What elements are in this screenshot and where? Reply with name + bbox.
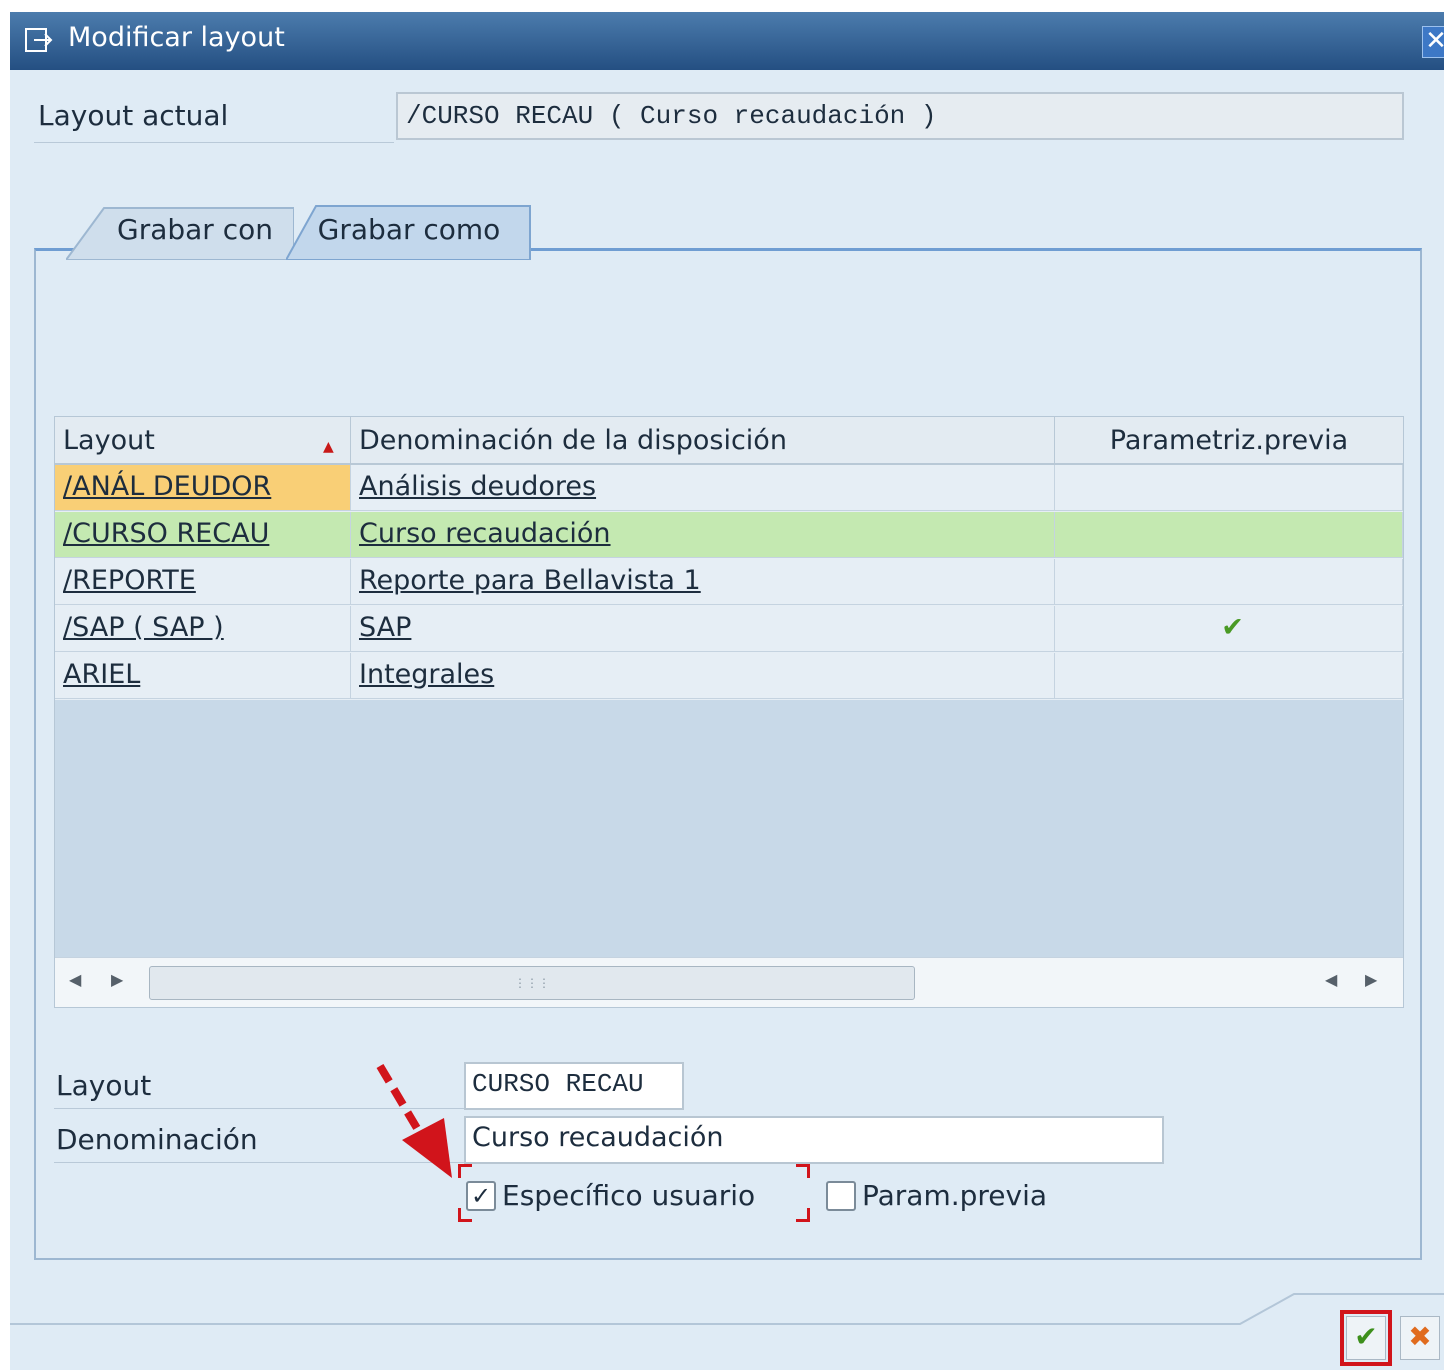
column-header-layout-label: Layout [63,425,155,456]
column-header-layout[interactable]: Layout ▲ [55,417,351,463]
default-setting-cell [1055,512,1403,558]
confirm-button[interactable]: ✔ [1340,1310,1392,1366]
scroll-right-end-icon[interactable]: ▶ [1365,970,1377,989]
current-layout-label: Layout actual [38,99,229,132]
description-link[interactable]: Integrales [359,659,494,690]
description-link[interactable]: Reporte para Bellavista 1 [359,565,701,596]
close-icon[interactable]: ✕ [1422,26,1444,58]
default-setting-label: Param.previa [862,1179,1048,1212]
modify-layout-dialog: Modificar layout ✕ Layout actual /CURSO … [10,12,1444,1370]
horizontal-scrollbar[interactable]: ◀ ▶ ⋮⋮⋮ ◀ ▶ [55,957,1403,1007]
description-input[interactable]: Curso recaudación [464,1116,1164,1164]
table-header: Layout ▲ Denominación de la disposición … [55,417,1403,465]
table-row[interactable]: /CURSO RECAU Curso recaudación [55,512,1403,559]
default-setting-cell [1055,465,1403,511]
layout-cell[interactable]: /REPORTE [55,559,351,605]
title-bar: Modificar layout ✕ [10,12,1444,70]
sort-ascending-icon: ▲ [323,439,334,455]
layout-name-label: Layout [56,1069,152,1102]
footer [10,1288,1444,1370]
highlight-corner [458,1164,472,1178]
window-icon [24,26,54,54]
description-cell[interactable]: Reporte para Bellavista 1 [351,559,1055,605]
layout-link[interactable]: /CURSO RECAU [63,518,269,549]
layout-cell[interactable]: /SAP ( SAP ) [55,606,351,652]
current-layout-field: /CURSO RECAU ( Curso recaudación ) [396,92,1404,140]
scrollbar-thumb[interactable]: ⋮⋮⋮ [149,966,915,1000]
layout-cell[interactable]: ARIEL [55,653,351,699]
divider [34,142,394,143]
layout-link[interactable]: /ANÁL DEUDOR [63,471,271,502]
layout-table: Layout ▲ Denominación de la disposición … [54,416,1404,1008]
description-link[interactable]: Análisis deudores [359,471,596,502]
table-row[interactable]: /SAP ( SAP ) SAP ✔ [55,606,1403,653]
default-setting-checkbox-box[interactable] [826,1181,856,1211]
column-header-description[interactable]: Denominación de la disposición [351,417,1055,463]
description-link[interactable]: SAP [359,612,411,643]
description-cell[interactable]: Integrales [351,653,1055,699]
column-header-default-setting[interactable]: Parametriz.previa [1055,417,1403,463]
cancel-button[interactable]: ✖ [1400,1316,1440,1360]
layout-name-input[interactable]: CURSO RECAU [464,1062,684,1110]
scroll-left-end-icon[interactable]: ◀ [1325,970,1337,989]
default-check-icon: ✔ [1055,606,1403,652]
layout-link[interactable]: /REPORTE [63,565,196,596]
highlight-corner [796,1164,810,1178]
description-cell[interactable]: SAP [351,606,1055,652]
layout-cell[interactable]: /CURSO RECAU [55,512,351,558]
tab-grabar-como[interactable]: Grabar como [286,204,532,260]
table-row[interactable]: /REPORTE Reporte para Bellavista 1 [55,559,1403,606]
user-specific-checkbox[interactable]: ✓ Específico usuario [466,1178,755,1214]
table-row[interactable]: ARIEL Integrales [55,653,1403,700]
tab-grabar-como-label: Grabar como [317,213,501,246]
description-cell[interactable]: Curso recaudación [351,512,1055,558]
description-link[interactable]: Curso recaudación [359,518,611,549]
layout-link[interactable]: /SAP ( SAP ) [63,612,224,643]
scroll-left-icon[interactable]: ◀ [69,970,81,989]
user-specific-label: Específico usuario [502,1179,756,1212]
tab-grabar-con-label: Grabar con [117,213,273,246]
tab-grabar-con[interactable]: Grabar con [66,204,294,260]
default-setting-cell [1055,559,1403,605]
description-label: Denominación [56,1123,258,1156]
scroll-right-icon[interactable]: ▶ [111,970,123,989]
description-cell[interactable]: Análisis deudores [351,465,1055,511]
window-title: Modificar layout [68,22,285,53]
annotation-arrow-icon [376,1063,452,1178]
highlight-corner [796,1208,810,1222]
default-setting-cell [1055,653,1403,699]
layout-link[interactable]: ARIEL [63,659,140,690]
layout-cell[interactable]: /ANÁL DEUDOR [55,465,351,511]
user-specific-checkbox-box[interactable]: ✓ [466,1181,496,1211]
default-setting-checkbox[interactable]: Param.previa [826,1178,1047,1214]
table-row[interactable]: /ANÁL DEUDOR Análisis deudores [55,465,1403,512]
